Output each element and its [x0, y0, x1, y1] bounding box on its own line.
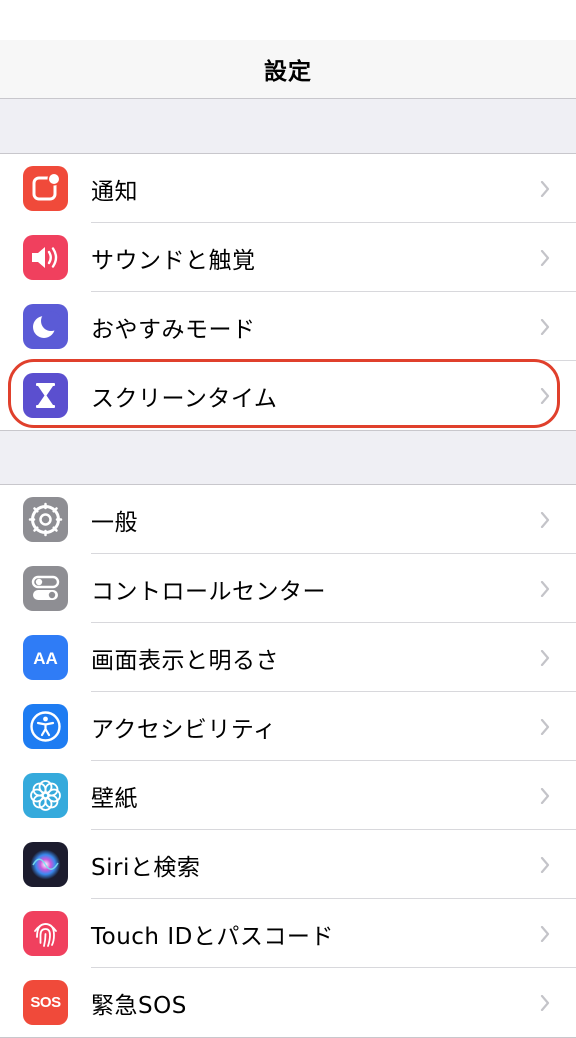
settings-item-label: 画面表示と明るさ: [91, 647, 279, 674]
chevron-right-icon: [540, 994, 550, 1011]
status-bar: [0, 0, 576, 40]
sos-icon-text: SOS: [30, 994, 61, 1011]
settings-item-screen-time[interactable]: スクリーンタイム: [0, 360, 576, 430]
chevron-right-icon: [540, 511, 550, 528]
settings-item-do-not-disturb[interactable]: おやすみモード: [0, 291, 576, 361]
svg-text:AA: AA: [33, 649, 58, 668]
settings-group-1: 通知 サウンドと触覚 おやすみモード スクリーンタイム: [0, 153, 576, 431]
gear-icon: [23, 497, 68, 542]
chevron-right-icon: [540, 580, 550, 597]
accessibility-icon: [23, 704, 68, 749]
settings-item-label: スクリーンタイム: [91, 385, 278, 412]
fingerprint-icon: [23, 911, 68, 956]
sounds-icon: [23, 235, 68, 280]
settings-item-label: 壁紙: [91, 785, 138, 812]
chevron-right-icon: [540, 856, 550, 873]
toggles-icon: [23, 566, 68, 611]
settings-item-label: 緊急SOS: [91, 992, 187, 1019]
notifications-icon: [23, 166, 68, 211]
chevron-right-icon: [540, 787, 550, 804]
navigation-bar: 設定: [0, 40, 576, 99]
settings-item-emergency-sos[interactable]: SOS 緊急SOS: [0, 967, 576, 1037]
chevron-right-icon: [540, 249, 550, 266]
settings-item-sounds[interactable]: サウンドと触覚: [0, 222, 576, 292]
settings-item-general[interactable]: 一般: [0, 485, 576, 554]
settings-group-2: 一般 コントロールセンター AA 画面表示と明るさ アクセシビリティ 壁紙 Si…: [0, 484, 576, 1038]
settings-item-label: 通知: [91, 178, 138, 205]
settings-item-display-brightness[interactable]: AA 画面表示と明るさ: [0, 622, 576, 692]
settings-item-label: Siriと検索: [91, 854, 201, 881]
sos-icon: SOS: [23, 980, 68, 1025]
chevron-right-icon: [540, 718, 550, 735]
settings-item-label: おやすみモード: [91, 316, 256, 343]
settings-item-label: アクセシビリティ: [91, 716, 277, 743]
settings-item-notifications[interactable]: 通知: [0, 154, 576, 223]
chevron-right-icon: [540, 387, 550, 404]
settings-item-touch-id-passcode[interactable]: Touch IDとパスコード: [0, 898, 576, 968]
settings-item-siri-search[interactable]: Siriと検索: [0, 829, 576, 899]
moon-icon: [23, 304, 68, 349]
settings-item-label: サウンドと触覚: [91, 247, 256, 274]
hourglass-icon: [23, 373, 68, 418]
page-title: 設定: [264, 59, 312, 85]
chevron-right-icon: [540, 649, 550, 666]
wallpaper-flower-icon: [23, 773, 68, 818]
chevron-right-icon: [540, 180, 550, 197]
settings-item-accessibility[interactable]: アクセシビリティ: [0, 691, 576, 761]
settings-item-control-center[interactable]: コントロールセンター: [0, 553, 576, 623]
settings-item-label: コントロールセンター: [91, 578, 326, 605]
chevron-right-icon: [540, 318, 550, 335]
settings-item-label: 一般: [91, 509, 138, 536]
settings-item-label: Touch IDとパスコード: [91, 923, 334, 950]
chevron-right-icon: [540, 925, 550, 942]
display-aa-icon: AA: [23, 635, 68, 680]
siri-icon: [23, 842, 68, 887]
settings-item-wallpaper[interactable]: 壁紙: [0, 760, 576, 830]
